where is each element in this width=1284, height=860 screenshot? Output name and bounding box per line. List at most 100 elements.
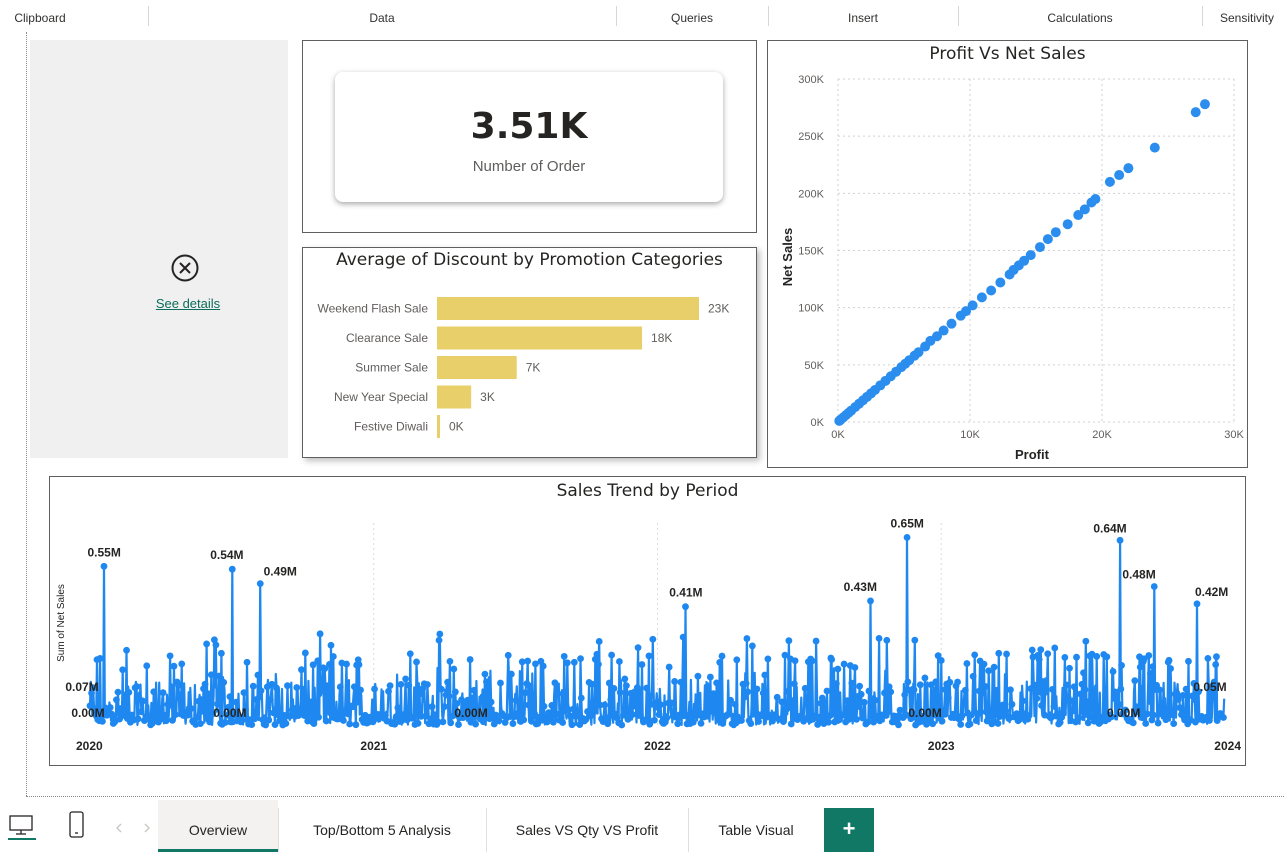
- tab-top-bottom-5-analysis[interactable]: Top/Bottom 5 Analysis: [278, 800, 486, 852]
- line-point: [718, 652, 726, 660]
- line-point: [1168, 711, 1176, 719]
- line-point: [431, 711, 439, 719]
- line-point: [616, 658, 623, 665]
- line-y-axis-label: Sum of Net Sales: [56, 584, 67, 662]
- tab-table-visual[interactable]: Table Visual: [688, 800, 824, 852]
- line-point: [1073, 653, 1080, 661]
- line-point: [1063, 681, 1070, 689]
- line-point: [747, 720, 755, 727]
- line-point: [1082, 637, 1090, 645]
- line-point: [1173, 689, 1181, 697]
- line-x-tick: 2024: [1214, 739, 1241, 753]
- line-point: [504, 651, 512, 659]
- line-point: [604, 720, 612, 728]
- line-point: [524, 657, 532, 665]
- line-point: [577, 694, 585, 702]
- line-point: [450, 665, 458, 673]
- tab-sales-vs-qty-vs-profit[interactable]: Sales VS Qty VS Profit: [486, 800, 688, 852]
- line-point: [1170, 720, 1178, 728]
- add-page-button[interactable]: +: [824, 808, 874, 852]
- line-point: [812, 637, 820, 645]
- line-point: [414, 719, 422, 727]
- canvas-border-bottom: [26, 796, 1284, 797]
- line-point: [778, 698, 786, 706]
- scroll-right-icon[interactable]: [142, 822, 152, 834]
- line-point: [254, 671, 262, 679]
- line-point: [243, 658, 251, 666]
- line-point: [1145, 652, 1153, 659]
- line-point: [825, 718, 832, 726]
- scatter-point: [1042, 234, 1053, 245]
- line-point: [336, 683, 344, 691]
- line-point: [169, 716, 176, 724]
- scatter-point: [1149, 142, 1160, 153]
- line-point: [470, 686, 478, 694]
- line-point: [1084, 719, 1092, 727]
- line-point: [248, 721, 256, 729]
- line-point: [220, 678, 228, 686]
- line-point: [1044, 650, 1052, 658]
- line-point: [354, 698, 361, 706]
- line-point: [548, 701, 556, 709]
- line-point: [954, 678, 961, 686]
- line-point: [857, 690, 865, 698]
- line-point: [402, 675, 410, 683]
- scroll-left-icon[interactable]: [114, 822, 124, 834]
- scatter-y-tick: 50K: [804, 360, 824, 372]
- line-point: [957, 721, 965, 728]
- line-point: [605, 679, 613, 687]
- line-point: [638, 661, 646, 668]
- line-point: [125, 688, 133, 696]
- bar-data-label: 0K: [449, 420, 464, 434]
- line-point: [944, 694, 952, 702]
- scatter-point: [1199, 99, 1210, 110]
- line-point: [1093, 653, 1101, 660]
- line-point: [958, 712, 966, 719]
- line-point: [256, 580, 264, 587]
- mobile-view-icon[interactable]: [68, 810, 86, 840]
- line-point: [340, 717, 347, 724]
- line-data-label: 0.41M: [669, 586, 702, 600]
- line-point: [329, 653, 337, 660]
- line-point: [327, 641, 335, 649]
- line-point: [1156, 686, 1164, 694]
- desktop-view-icon[interactable]: [8, 814, 36, 840]
- line-point: [590, 697, 598, 705]
- line-point: [780, 718, 787, 725]
- line-point: [1185, 657, 1192, 665]
- line-x-tick: 2020: [76, 739, 103, 753]
- line-point: [507, 670, 515, 678]
- bar-category-label: Clearance Sale: [346, 331, 428, 345]
- bar-category-label: Weekend Flash Sale: [317, 302, 428, 316]
- scatter-chart-visual[interactable]: Profit Vs Net Sales Net Sales Profit 0K 5…: [767, 40, 1248, 468]
- tab-overview[interactable]: Overview: [158, 800, 278, 852]
- line-point: [1042, 688, 1050, 696]
- line-point: [1131, 677, 1139, 685]
- line-point: [265, 716, 273, 724]
- error-visual[interactable]: See details: [30, 40, 288, 458]
- line-chart-visual[interactable]: Sales Trend by Period Sum of Net Sales 2…: [49, 476, 1246, 766]
- line-point: [921, 674, 929, 682]
- line-point: [405, 681, 413, 689]
- line-point: [995, 649, 1003, 657]
- scatter-chart-title: Profit Vs Net Sales: [929, 44, 1086, 64]
- line-point: [621, 675, 629, 683]
- bar: [437, 356, 517, 379]
- line-point: [1036, 688, 1044, 696]
- scatter-x-tick: 0K: [831, 429, 845, 441]
- line-point: [484, 684, 492, 692]
- scatter-point: [1073, 210, 1084, 221]
- card-visual[interactable]: 3.51K Number of Order: [302, 40, 757, 233]
- line-point: [1206, 717, 1213, 724]
- bar: [437, 385, 472, 409]
- bar-chart-plot: Weekend Flash Sale 23K Clearance Sale 18K Su…: [317, 297, 729, 438]
- line-point: [394, 704, 402, 712]
- line-point: [994, 720, 1002, 727]
- line-point: [1037, 646, 1045, 654]
- see-details-link[interactable]: See details: [30, 296, 346, 311]
- bar-category-label: Festive Diwali: [354, 420, 428, 434]
- bar-chart-visual[interactable]: Average of Discount by Promotion Categor…: [302, 247, 757, 458]
- line-point: [910, 686, 918, 694]
- line-point: [692, 703, 700, 711]
- line-point: [818, 694, 826, 702]
